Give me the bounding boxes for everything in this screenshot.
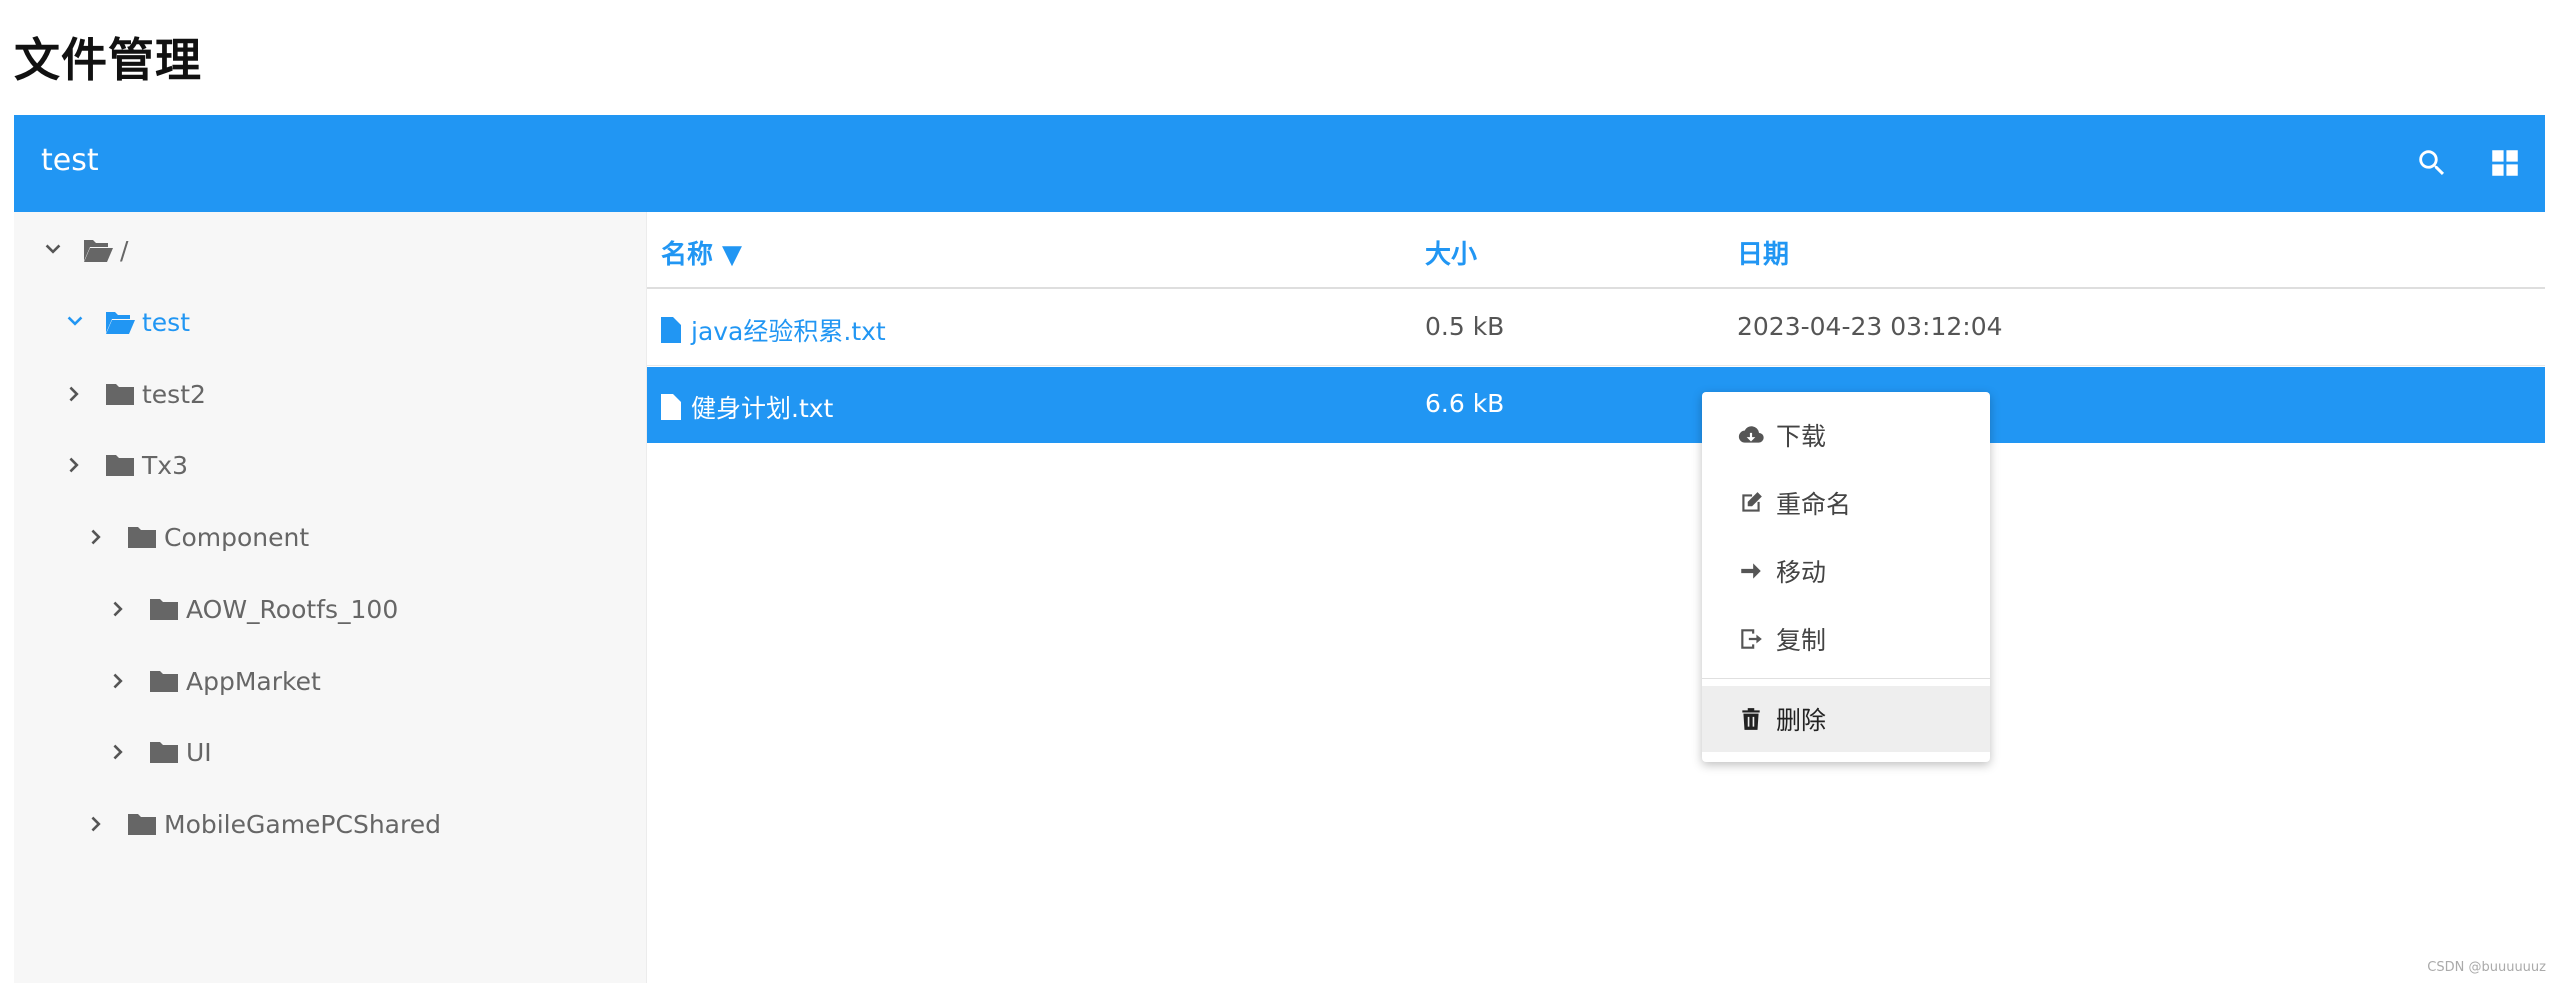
file-list: 名称 ▼ 大小 日期 java经验积累.txt 0.5 kB 2023-04-2… [647,212,2545,983]
menu-item-label: 移动 [1776,558,1827,587]
context-menu: 下载 重命名 移动 复制 删除 [1702,392,1990,762]
chevron-right-icon[interactable] [108,741,130,763]
menu-item-download[interactable]: 下载 [1702,402,1990,468]
menu-item-label: 复制 [1776,626,1827,655]
tree-item-label: Component [164,522,310,552]
tree-item-ui[interactable]: UI [108,732,212,772]
folder-tree: / test test2 Tx3 Component AOW_Rootfs_10… [14,212,647,983]
tree-item-component[interactable]: Component [86,517,309,557]
more-options-button[interactable] [2554,139,2560,187]
tree-item-appmarket[interactable]: AppMarket [108,661,321,701]
table-row-selected[interactable]: 健身计划.txt 6.6 kB [647,367,2545,443]
column-header-size[interactable]: 大小 [1425,234,1477,271]
tree-item-label: AOW_Rootfs_100 [186,594,399,624]
column-header-name[interactable]: 名称 ▼ [661,234,742,271]
folder-icon [148,739,180,765]
tree-item-aow-rootfs[interactable]: AOW_Rootfs_100 [108,589,398,629]
tree-item-label: UI [186,737,212,767]
page-title: 文件管理 [14,33,202,87]
file-date: 2023-04-23 03:12:04 [1737,312,2003,341]
folder-open-icon [104,309,136,335]
folder-icon [126,811,158,837]
folder-icon [148,596,180,622]
tree-item-tx3[interactable]: Tx3 [64,445,188,485]
tree-item-test[interactable]: test [64,302,190,342]
menu-item-label: 重命名 [1776,490,1852,519]
menu-item-move[interactable]: 移动 [1702,538,1990,604]
tree-item-label: test2 [142,379,206,409]
file-name: java经验积累.txt [691,317,886,346]
chevron-right-icon[interactable] [108,670,130,692]
folder-icon [148,668,180,694]
edit-icon [1738,490,1764,516]
chevron-right-icon[interactable] [86,526,108,548]
table-row[interactable]: java经验积累.txt 0.5 kB 2023-04-23 03:12:04 [647,290,2545,366]
grid-view-icon [2492,150,2518,176]
tree-item-label: Tx3 [142,450,188,480]
file-size: 6.6 kB [1425,389,1505,418]
tree-item-label: test [142,307,191,337]
column-header-date[interactable]: 日期 [1737,234,1789,271]
menu-item-delete[interactable]: 删除 [1702,686,1990,752]
grid-view-button[interactable] [2481,139,2529,187]
menu-item-label: 下载 [1776,422,1827,451]
menu-item-rename[interactable]: 重命名 [1702,470,1990,536]
tree-item-label: / [120,235,129,265]
tree-item-root[interactable]: / [42,230,128,270]
tree-item-label: AppMarket [186,666,321,696]
search-button[interactable] [2408,139,2456,187]
tree-item-label: MobileGamePCShared [164,809,441,839]
chevron-right-icon[interactable] [86,813,108,835]
chevron-down-icon[interactable] [64,311,86,333]
copy-icon [1738,626,1764,652]
chevron-right-icon[interactable] [108,598,130,620]
folder-icon [126,524,158,550]
chevron-right-icon[interactable] [64,383,86,405]
top-app-bar: test [14,115,2545,212]
cloud-download-icon [1738,422,1764,448]
menu-item-label: 删除 [1776,706,1827,735]
menu-divider [1702,678,1990,679]
tree-item-test2[interactable]: test2 [64,374,206,414]
trash-icon [1738,706,1764,732]
arrow-right-icon [1738,558,1764,584]
menu-item-copy[interactable]: 复制 [1702,606,1990,672]
file-name: 健身计划.txt [691,394,834,423]
chevron-down-icon[interactable] [42,239,64,261]
watermark: CSDN @buuuuuuz [2427,960,2546,975]
file-icon [661,394,681,420]
folder-icon [104,452,136,478]
search-icon [2419,150,2445,176]
chevron-right-icon[interactable] [64,454,86,476]
table-header: 名称 ▼ 大小 日期 [647,212,2545,289]
tree-item-mobilegamepcshared[interactable]: MobileGamePCShared [86,804,441,844]
file-icon [661,317,681,343]
folder-icon [104,381,136,407]
file-size: 0.5 kB [1425,312,1505,341]
folder-open-icon [82,237,114,263]
current-folder-title: test [41,143,99,178]
